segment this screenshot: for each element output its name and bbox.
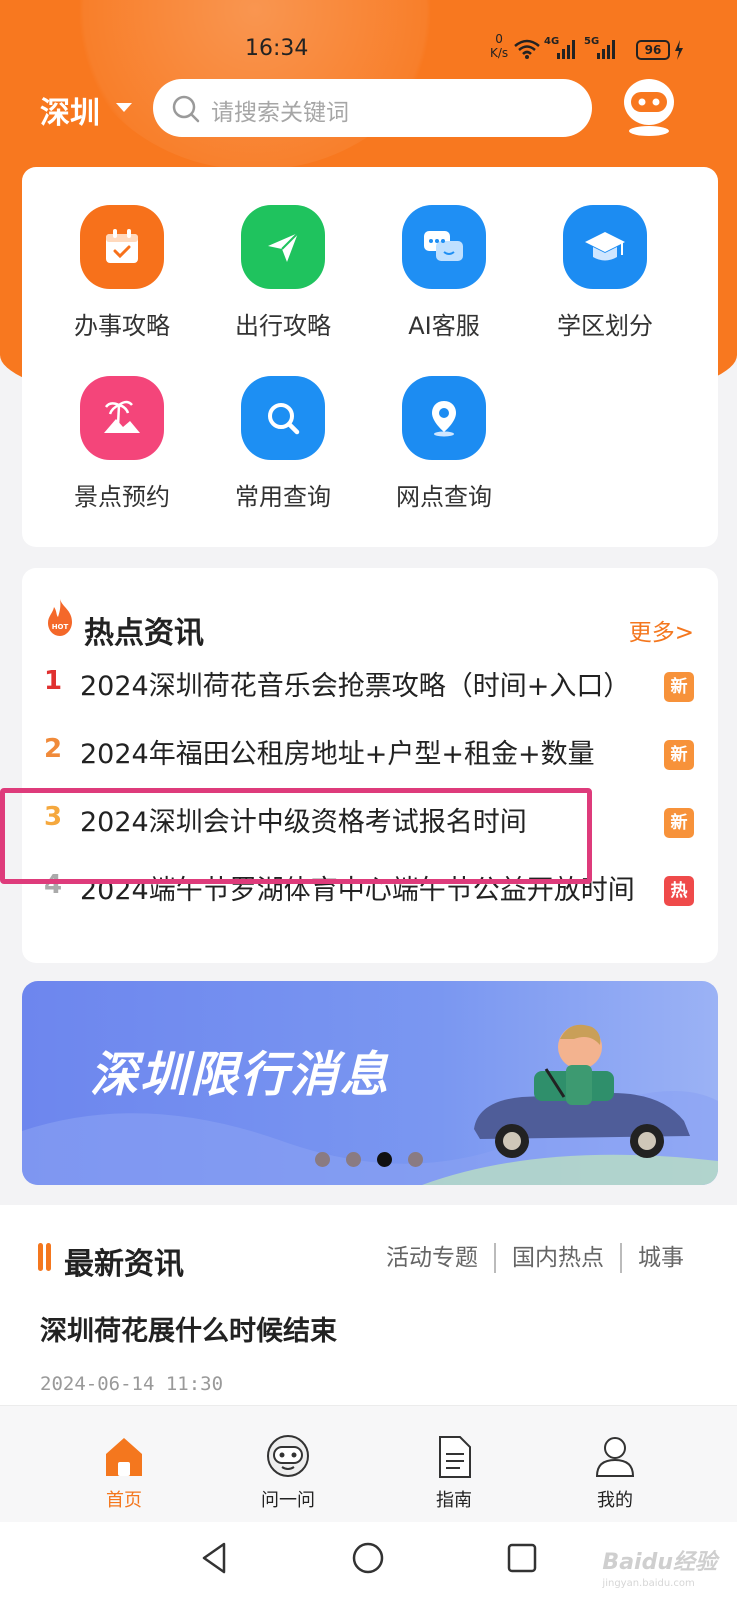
watermark-brand: Baidu经验 bbox=[602, 1550, 717, 1575]
palm-tree-icon bbox=[80, 376, 164, 460]
latest-news-section: 最新资讯 活动专题 国内热点 城事 深圳荷花展什么时候结束 2024-06-14 1… bbox=[0, 1205, 737, 1405]
tab-label: 指南 bbox=[436, 1490, 472, 1511]
hot-news-title: 热点资讯 bbox=[84, 616, 204, 651]
highlight-annotation bbox=[0, 788, 592, 884]
service-label: 出行攻略 bbox=[235, 312, 331, 340]
hot-news-item[interactable]: 1 2024深圳荷花音乐会抢票攻略（时间+入口） 新 bbox=[22, 656, 718, 716]
search-input[interactable]: 请搜索关键词 bbox=[153, 79, 592, 137]
article-date: 2024-06-14 11:30 bbox=[40, 1373, 224, 1395]
service-item-scenic[interactable]: 景点预约 bbox=[42, 376, 202, 512]
tab-city[interactable]: 城事 bbox=[620, 1243, 700, 1273]
tab-label: 我的 bbox=[597, 1490, 633, 1511]
watermark-url: jingyan.baidu.com bbox=[602, 1578, 695, 1589]
more-link[interactable]: 更多> bbox=[629, 613, 694, 647]
service-label: 常用查询 bbox=[235, 483, 331, 511]
tab-home[interactable]: 首页 bbox=[64, 1406, 184, 1512]
home-icon bbox=[106, 1438, 142, 1476]
new-badge: 新 bbox=[664, 672, 694, 702]
carousel-dot[interactable] bbox=[315, 1152, 330, 1167]
tab-guide[interactable]: 指南 bbox=[394, 1406, 514, 1512]
car-driver-illustration bbox=[474, 1024, 690, 1158]
latest-news-tabs: 活动专题 国内热点 城事 bbox=[370, 1243, 700, 1273]
hot-news-card: HOT 热点资讯 更多> 1 2024深圳荷花音乐会抢票攻略（时间+入口） 新 … bbox=[22, 568, 718, 963]
chat-bubbles-icon bbox=[402, 205, 486, 289]
section-accent-bar bbox=[38, 1243, 43, 1271]
service-label: 学区划分 bbox=[557, 312, 653, 340]
service-item-travel[interactable]: 出行攻略 bbox=[203, 205, 363, 341]
recent-apps-icon[interactable] bbox=[505, 1540, 537, 1576]
city-selector[interactable]: 深圳 bbox=[40, 88, 100, 132]
status-bar: 16:34 0 K/s 4G 5G 96 bbox=[0, 0, 737, 80]
service-label: AI客服 bbox=[408, 312, 480, 340]
chevron-down-icon[interactable] bbox=[116, 103, 132, 112]
service-item-ai[interactable]: AI客服 bbox=[364, 205, 524, 341]
tab-label: 首页 bbox=[106, 1490, 142, 1511]
user-icon bbox=[595, 1437, 635, 1477]
carousel-dot[interactable] bbox=[346, 1152, 361, 1167]
svg-text:HOT: HOT bbox=[52, 623, 69, 631]
signal-strength-icon bbox=[557, 40, 575, 59]
new-badge: 新 bbox=[664, 740, 694, 770]
service-item-query[interactable]: 常用查询 bbox=[203, 376, 363, 512]
net-speed-value: 0 bbox=[495, 32, 503, 46]
hot-news-text: 2024深圳荷花音乐会抢票攻略（时间+入口） bbox=[80, 671, 631, 702]
system-navigation-bar: Baidu经验 jingyan.baidu.com bbox=[0, 1522, 737, 1600]
battery-indicator: 96 bbox=[636, 40, 670, 60]
service-item-school[interactable]: 学区划分 bbox=[525, 205, 685, 341]
service-label: 办事攻略 bbox=[74, 312, 170, 340]
article-title[interactable]: 深圳荷花展什么时候结束 bbox=[40, 1309, 337, 1348]
service-item-guide[interactable]: 办事攻略 bbox=[42, 205, 202, 341]
search-icon bbox=[172, 95, 200, 123]
hot-badge: 热 bbox=[664, 876, 694, 906]
baidu-watermark: Baidu经验 jingyan.baidu.com bbox=[602, 1544, 717, 1589]
tab-profile[interactable]: 我的 bbox=[555, 1406, 675, 1512]
carousel-dot-active[interactable] bbox=[377, 1152, 392, 1167]
location-pin-icon bbox=[402, 376, 486, 460]
graduation-cap-icon bbox=[563, 205, 647, 289]
tab-activity[interactable]: 活动专题 bbox=[370, 1243, 494, 1273]
hot-news-text: 2024年福田公租房地址+户型+租金+数量 bbox=[80, 739, 595, 770]
tab-ask[interactable]: 问一问 bbox=[228, 1406, 348, 1512]
tab-label: 问一问 bbox=[261, 1490, 315, 1511]
fire-hot-icon: HOT bbox=[48, 599, 72, 636]
status-time: 16:34 bbox=[245, 36, 309, 61]
paper-plane-icon bbox=[241, 205, 325, 289]
banner-title: 深圳限行消息 bbox=[90, 1047, 391, 1103]
hot-news-item[interactable]: 2 2024年福田公租房地址+户型+租金+数量 新 bbox=[22, 724, 718, 784]
magnifier-icon bbox=[241, 376, 325, 460]
robot-icon bbox=[267, 1435, 309, 1477]
charging-icon bbox=[675, 40, 683, 60]
service-item-location[interactable]: 网点查询 bbox=[364, 376, 524, 512]
rank-number: 2 bbox=[44, 734, 63, 764]
search-placeholder: 请搜索关键词 bbox=[211, 100, 349, 126]
carousel-dot[interactable] bbox=[408, 1152, 423, 1167]
net-speed-unit: K/s bbox=[490, 46, 509, 60]
home-circle-icon[interactable] bbox=[350, 1540, 386, 1576]
calendar-icon bbox=[80, 205, 164, 289]
tab-domestic[interactable]: 国内热点 bbox=[494, 1243, 620, 1273]
document-icon bbox=[439, 1436, 471, 1478]
robot-assistant-icon[interactable] bbox=[622, 76, 676, 138]
net-speed: 0 K/s bbox=[490, 32, 508, 60]
signal-strength-icon bbox=[597, 40, 615, 59]
section-accent-bar bbox=[46, 1243, 51, 1271]
bottom-tab-bar: 首页 问一问 指南 我的 bbox=[0, 1405, 737, 1522]
wifi-icon bbox=[514, 39, 540, 59]
service-label: 网点查询 bbox=[396, 483, 492, 511]
traffic-restriction-banner[interactable]: 深圳限行消息 bbox=[22, 981, 718, 1185]
rank-number: 1 bbox=[44, 666, 63, 696]
service-label: 景点预约 bbox=[74, 483, 170, 511]
new-badge: 新 bbox=[664, 808, 694, 838]
latest-news-title: 最新资讯 bbox=[64, 1247, 184, 1282]
back-icon[interactable] bbox=[198, 1540, 230, 1576]
service-menu-card: 办事攻略 出行攻略 AI客服 学区划分 景点预约 常用查询 网点查询 bbox=[22, 167, 718, 547]
